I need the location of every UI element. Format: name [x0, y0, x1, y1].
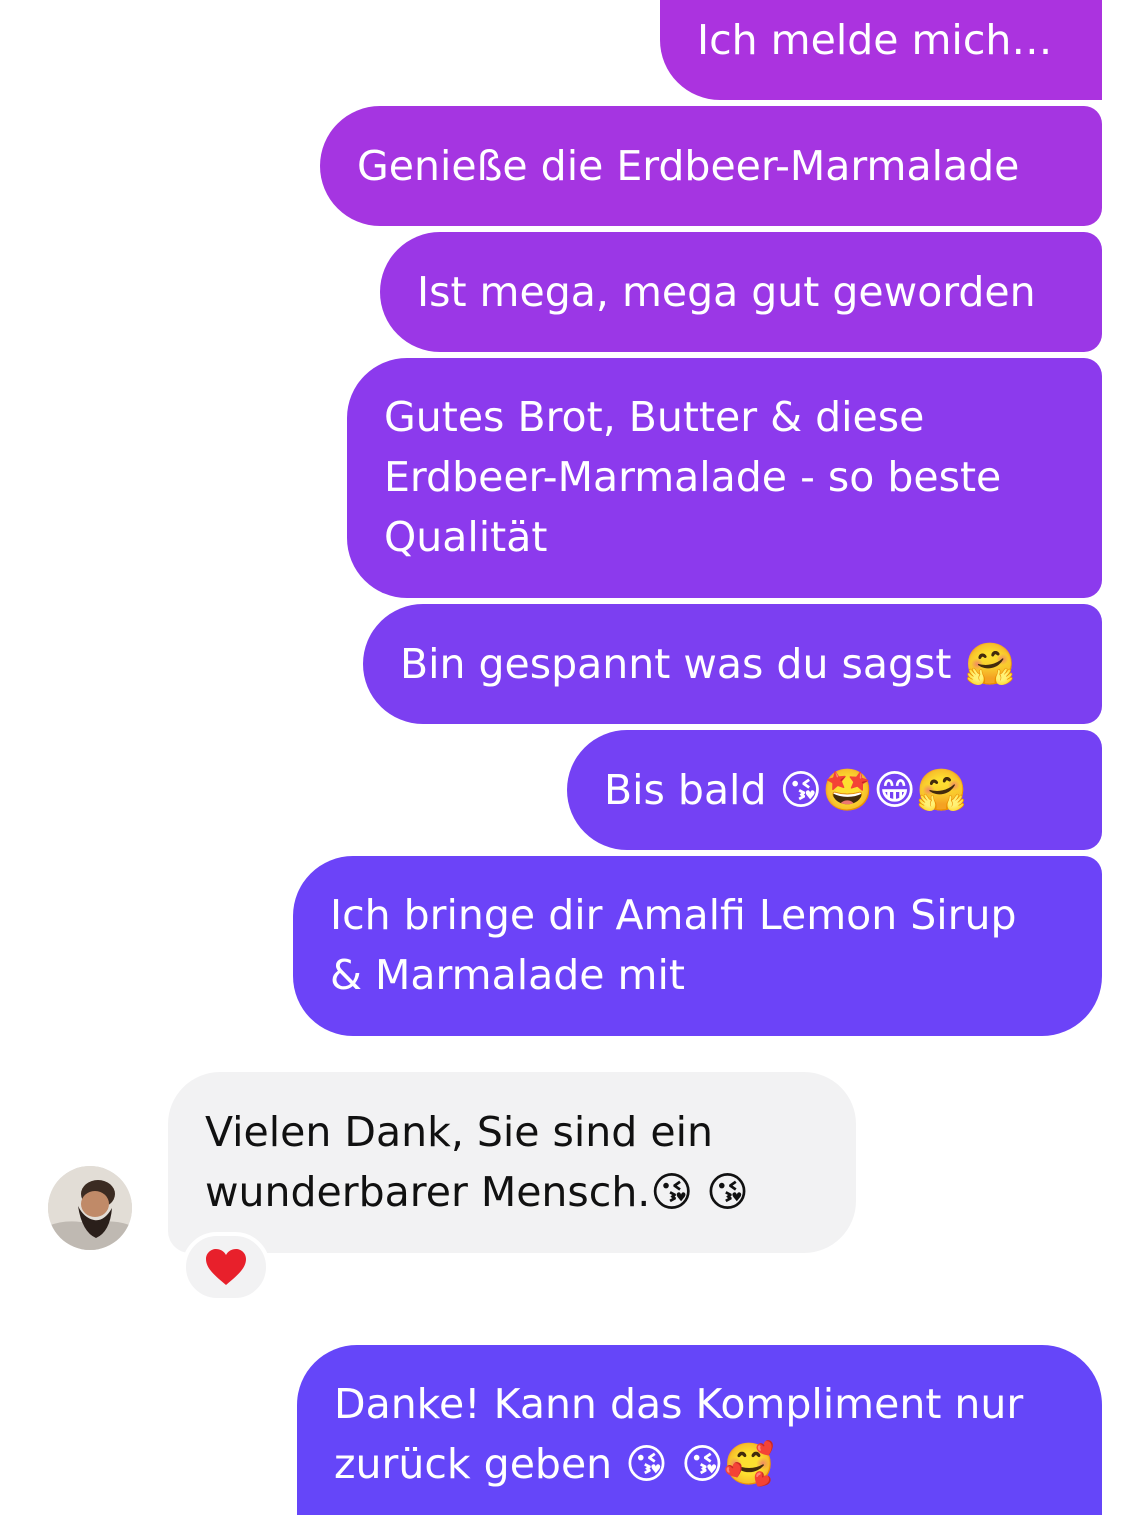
- message-text-line-3: Qualität: [384, 513, 548, 561]
- incoming-message[interactable]: Vielen Dank, Sie sind ein wunderbarer Me…: [168, 1072, 856, 1253]
- message-text-line-2: wunderbarer Mensch.😘 😘: [205, 1168, 749, 1216]
- contact-avatar[interactable]: [48, 1166, 132, 1250]
- message-text: Genieße die Erdbeer-Marmalade: [357, 142, 1020, 190]
- outgoing-message-1[interactable]: Ich melde mich…: [660, 0, 1102, 100]
- message-text: Bis bald 😘🤩😁🤗: [604, 766, 968, 814]
- heart-reaction[interactable]: [182, 1232, 270, 1302]
- message-text: Ich melde mich…: [697, 16, 1053, 64]
- outgoing-message-7[interactable]: Ich bringe dir Amalfi Lemon Sirup & Marm…: [293, 856, 1102, 1036]
- outgoing-reply-message[interactable]: Danke! Kann das Kompliment nur zurück ge…: [297, 1345, 1102, 1515]
- message-text-line-1: Vielen Dank, Sie sind ein: [205, 1108, 713, 1156]
- message-text-line-2: zurück geben 😘 😘🥰: [334, 1440, 775, 1488]
- message-text-line-2: Erdbeer-Marmalade - so beste: [384, 453, 1002, 501]
- outgoing-message-6[interactable]: Bis bald 😘🤩😁🤗: [567, 730, 1102, 850]
- heart-icon: [206, 1249, 246, 1285]
- message-text-line-1: Gutes Brot, Butter & diese: [384, 393, 925, 441]
- message-text: Ist mega, mega gut geworden: [417, 268, 1036, 316]
- outgoing-message-3[interactable]: Ist mega, mega gut geworden: [380, 232, 1102, 352]
- message-text-line-1: Danke! Kann das Kompliment nur: [334, 1380, 1024, 1428]
- message-text-line-1: Ich bringe dir Amalfi Lemon Sirup: [330, 891, 1017, 939]
- outgoing-message-5[interactable]: Bin gespannt was du sagst 🤗: [363, 604, 1102, 724]
- outgoing-message-4[interactable]: Gutes Brot, Butter & diese Erdbeer-Marma…: [347, 358, 1102, 598]
- message-text-line-2: & Marmalade mit: [330, 951, 685, 999]
- message-text: Bin gespannt was du sagst 🤗: [400, 640, 1016, 688]
- bearded-man-avatar-icon: [48, 1166, 132, 1250]
- outgoing-message-2[interactable]: Genieße die Erdbeer-Marmalade: [320, 106, 1102, 226]
